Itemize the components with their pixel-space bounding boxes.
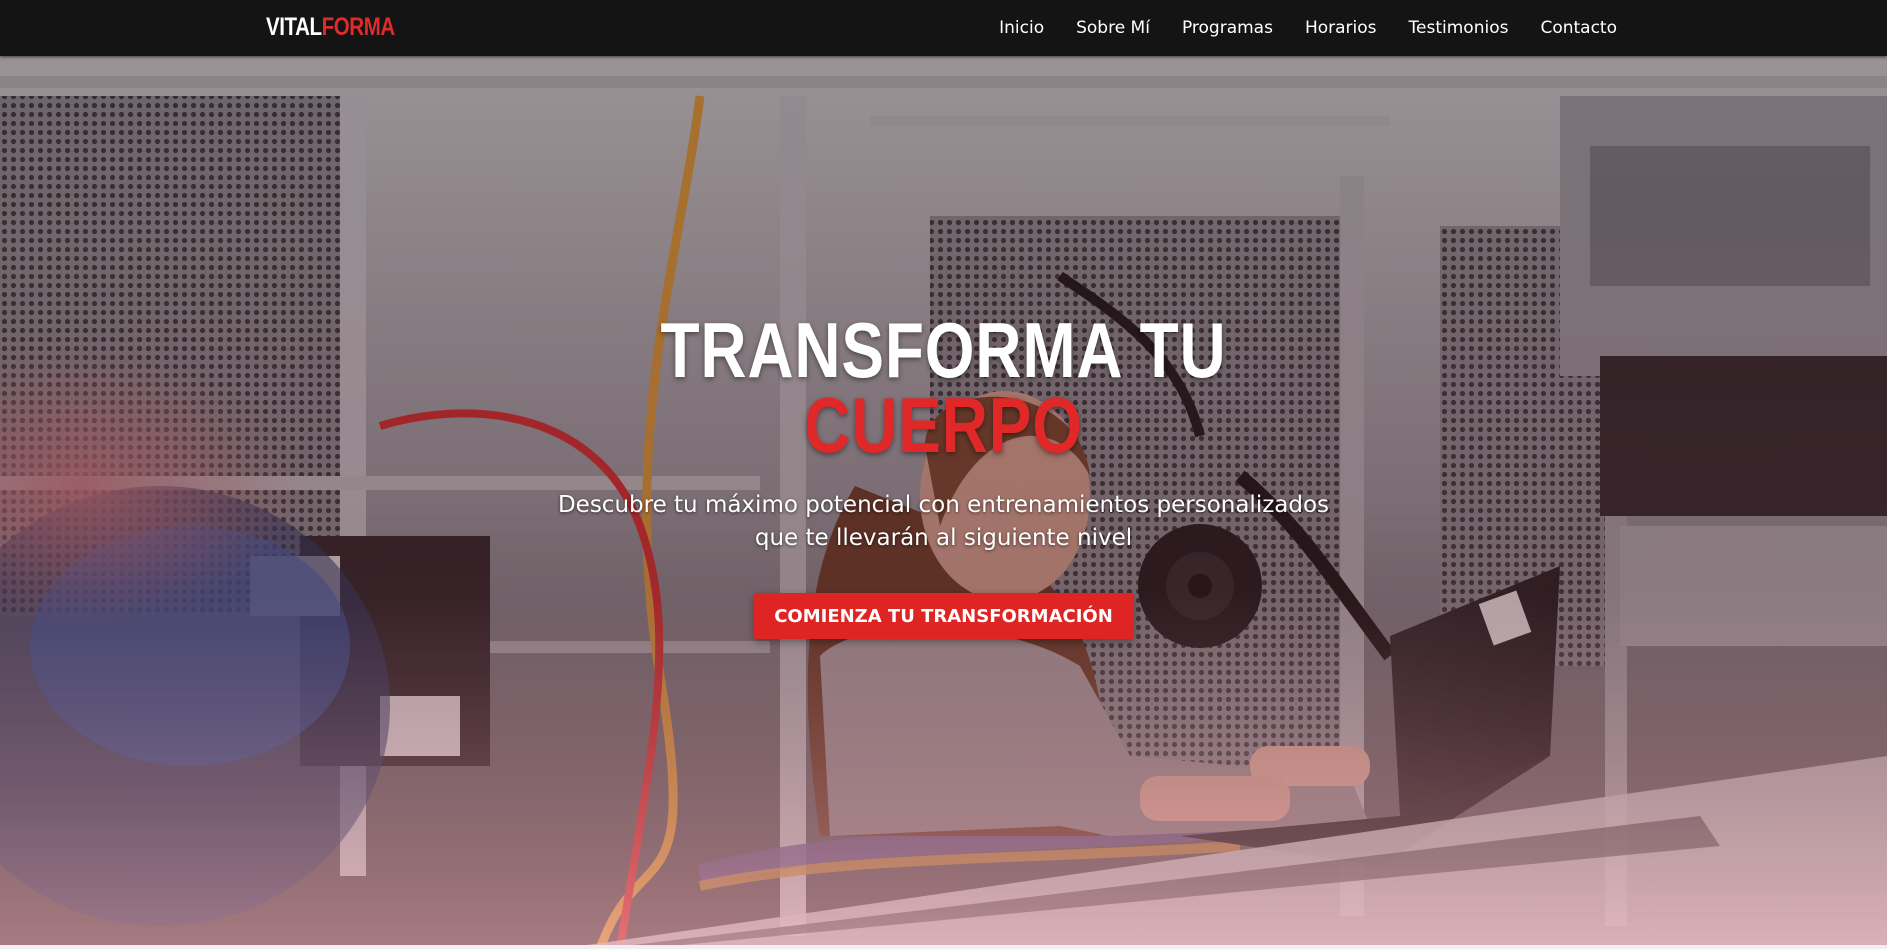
hero-subtitle: Descubre tu máximo potencial con entrena… [544,489,1344,555]
nav-link-testimonios[interactable]: Testimonios [1409,18,1509,38]
brand-logo[interactable]: VITALFORMA [266,12,395,42]
hero-subtitle-line2: que te llevarán al siguiente nivel [754,525,1133,551]
nav-link-horarios[interactable]: Horarios [1305,18,1377,38]
nav-link-contacto[interactable]: Contacto [1540,18,1617,38]
hero-subtitle-line1: Descubre tu máximo potencial con entrena… [557,492,1330,518]
nav-link-programas[interactable]: Programas [1182,18,1273,38]
hero-title-line1: TRANSFORMA TU [660,306,1227,394]
brand-logo-vital: VITAL [266,13,322,41]
top-navbar: VITALFORMA Inicio Sobre Mí Programas Hor… [0,0,1887,56]
cta-button[interactable]: COMIENZA TU TRANSFORMACIÓN [753,593,1134,639]
hero-title-line2: CUERPO [804,381,1083,469]
brand-logo-forma: FORMA [321,13,396,41]
nav-menu: Inicio Sobre Mí Programas Horarios Testi… [999,0,1617,56]
hero-bottom-divider [0,945,1887,949]
nav-link-sobre-mi[interactable]: Sobre Mí [1076,18,1150,38]
nav-link-inicio[interactable]: Inicio [999,18,1044,38]
hero-content: TRANSFORMA TU CUERPO Descubre tu máximo … [0,306,1887,639]
hero-section: TRANSFORMA TU CUERPO Descubre tu máximo … [0,56,1887,949]
hero-title: TRANSFORMA TU CUERPO [0,306,1887,469]
